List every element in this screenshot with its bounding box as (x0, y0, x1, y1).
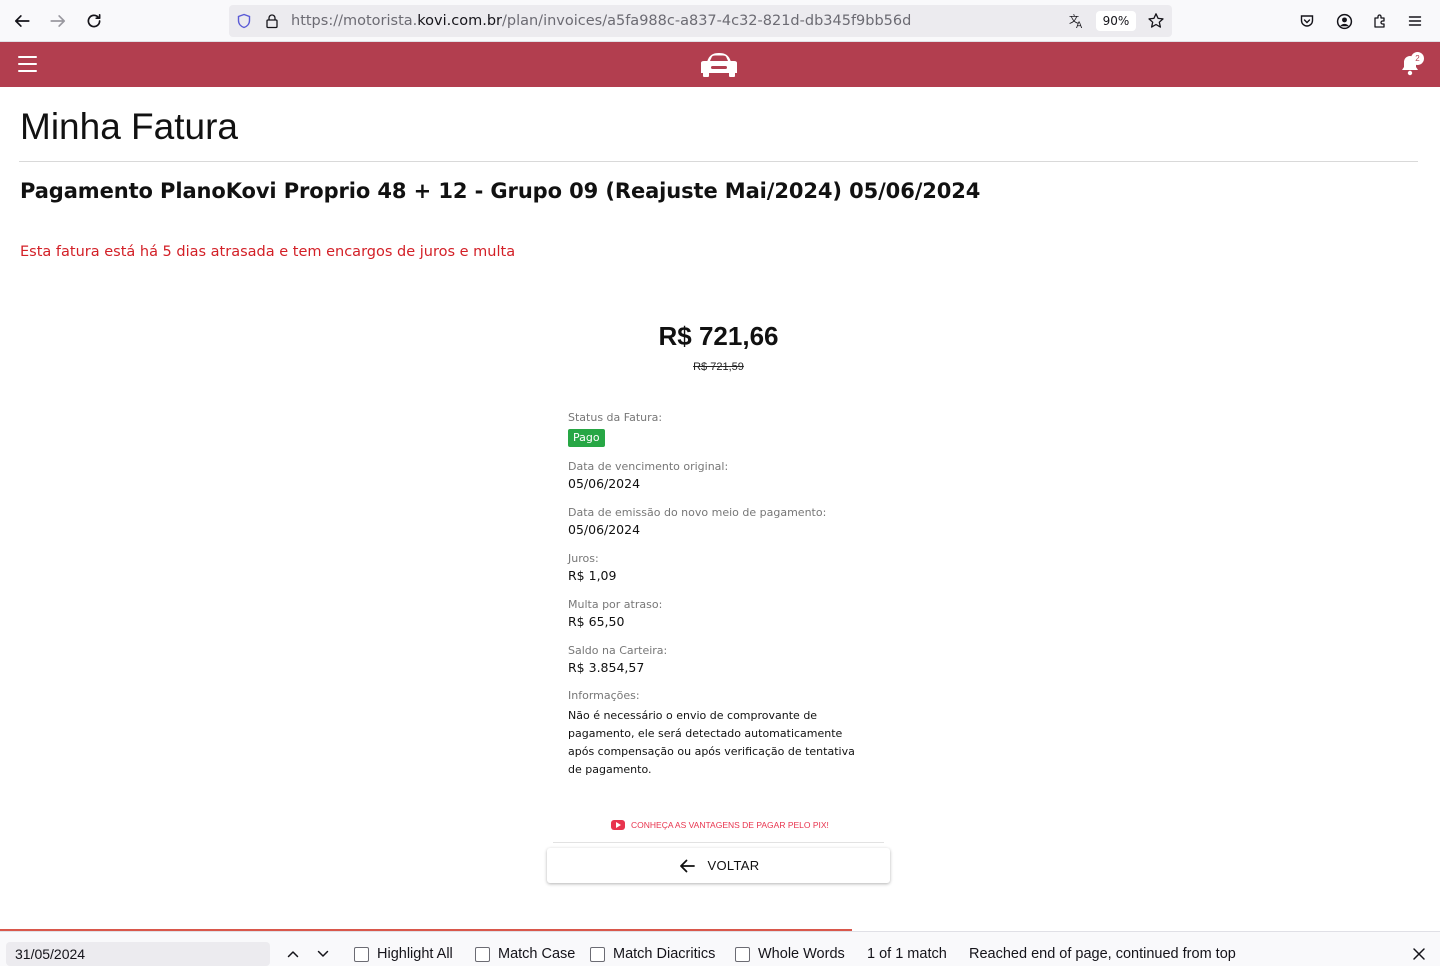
find-previous-icon[interactable] (283, 944, 303, 964)
match-count: 1 of 1 match (867, 946, 947, 962)
match-diacritics-checkbox[interactable]: Match Diacritics (590, 944, 715, 964)
late-payment-warning: Esta fatura está há 5 dias atrasada e te… (20, 244, 516, 260)
actions-divider (553, 842, 884, 843)
due-date-value: 05/06/2024 (568, 476, 641, 491)
match-diacritics-label: Match Diacritics (613, 946, 716, 962)
page-title: Minha Fatura (20, 106, 238, 147)
interest-value: R$ 1,09 (568, 568, 617, 583)
invoice-details: Status da Fatura: Pago Data de venciment… (568, 410, 868, 779)
find-input[interactable]: 31/05/2024 (6, 942, 270, 966)
highlight-all-label: Highlight All (377, 946, 453, 962)
whole-words-checkbox[interactable]: Whole Words (735, 944, 845, 964)
car-logo-icon[interactable] (699, 51, 739, 78)
info-text: Não é necessário o envio de comprovante … (568, 709, 855, 776)
late-fine-label: Multa por atraso: (568, 598, 663, 611)
invoice-name: Pagamento PlanoKovi Proprio 48 + 12 - Gr… (20, 179, 981, 203)
youtube-icon (611, 820, 625, 830)
close-icon[interactable] (1411, 946, 1427, 962)
issue-date-label: Data de emissão do novo meio de pagament… (568, 506, 827, 519)
forward-icon[interactable] (43, 6, 73, 36)
lock-icon[interactable] (263, 12, 281, 30)
whole-words-label: Whole Words (758, 946, 845, 962)
zoom-level[interactable]: 90% (1096, 11, 1136, 31)
app-header: 2 (0, 42, 1440, 87)
back-button-label: VOLTAR (707, 858, 760, 873)
arrow-left-icon (679, 859, 695, 872)
hamburger-menu-icon[interactable] (18, 56, 37, 72)
reload-icon[interactable] (79, 6, 109, 36)
pix-advantages-link[interactable]: CONHEÇA AS VANTAGENS DE PAGAR PELO PIX! (611, 817, 829, 833)
browser-toolbar: https://motorista.kovi.com.br/plan/invoi… (0, 0, 1440, 42)
find-bar: 31/05/2024 Highlight All Match Case Matc… (0, 931, 1440, 966)
title-divider (19, 161, 1418, 162)
wallet-balance-label: Saldo na Carteira: (568, 644, 668, 657)
shield-icon[interactable] (235, 12, 253, 30)
svg-text:A: A (1076, 21, 1083, 30)
info-label: Informações: (568, 689, 640, 702)
app-menu-icon[interactable] (1405, 11, 1425, 31)
pocket-icon[interactable] (1297, 11, 1317, 31)
pix-link-label: CONHEÇA AS VANTAGENS DE PAGAR PELO PIX! (631, 820, 829, 830)
notification-count-badge: 2 (1411, 52, 1424, 65)
star-icon[interactable] (1147, 12, 1165, 30)
url-text[interactable]: https://motorista.kovi.com.br/plan/invoi… (291, 11, 911, 31)
due-date-label: Data de vencimento original: (568, 460, 729, 473)
find-status-message: Reached end of page, continued from top (969, 946, 1236, 962)
status-label: Status da Fatura: (568, 411, 663, 424)
match-case-checkbox[interactable]: Match Case (475, 944, 575, 964)
highlight-all-checkbox[interactable]: Highlight All (354, 944, 453, 964)
status-badge: Pago (568, 429, 605, 447)
find-next-icon[interactable] (313, 944, 333, 964)
issue-date-value: 05/06/2024 (568, 522, 641, 537)
back-button[interactable]: VOLTAR (547, 848, 890, 883)
wallet-balance-value: R$ 3.854,57 (568, 660, 645, 675)
original-amount: R$ 721,59 (693, 361, 744, 373)
account-icon[interactable] (1334, 11, 1354, 31)
extensions-icon[interactable] (1370, 11, 1390, 31)
match-case-label: Match Case (498, 946, 576, 962)
invoice-amount: R$ 721,66 (658, 321, 779, 351)
interest-label: Juros: (568, 552, 599, 565)
late-fine-value: R$ 65,50 (568, 614, 625, 629)
back-icon[interactable] (7, 6, 37, 36)
url-bar[interactable]: https://motorista.kovi.com.br/plan/invoi… (229, 5, 1172, 37)
translate-icon[interactable]: 文A (1068, 12, 1086, 30)
